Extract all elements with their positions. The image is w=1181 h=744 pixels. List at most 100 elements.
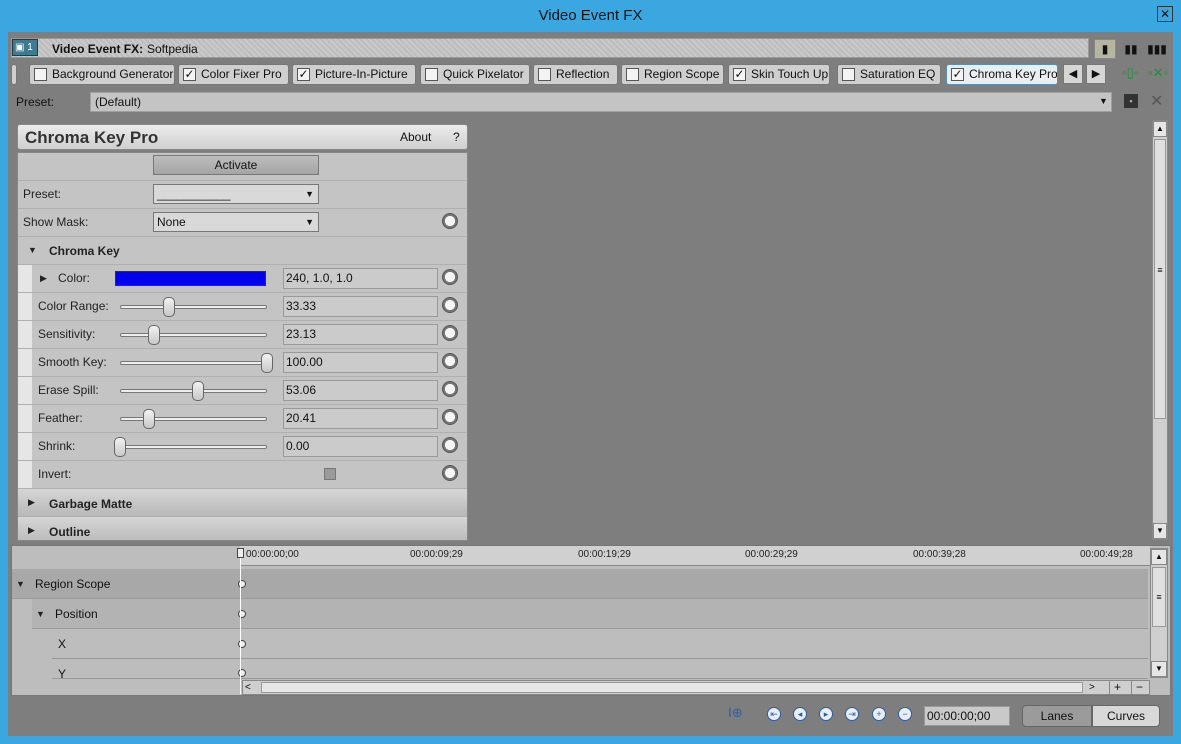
outline-section[interactable]: ▶ Outline xyxy=(18,517,467,540)
fx-checkbox[interactable]: ✓ xyxy=(951,68,964,81)
view-triple-icon[interactable]: ▮▮▮ xyxy=(1146,39,1168,59)
chain-handle[interactable] xyxy=(11,64,17,85)
timeline-vertical-scrollbar[interactable]: ▲ ≡ ▼ xyxy=(1150,548,1168,678)
delete-keyframe-icon[interactable]: − xyxy=(898,707,912,721)
chain-next-icon[interactable]: ▶ xyxy=(1086,64,1106,84)
track-row-position[interactable]: ▼ Position xyxy=(32,599,1148,629)
add-keyframe-icon[interactable]: + xyxy=(872,707,886,721)
activate-button[interactable]: Activate xyxy=(153,155,319,175)
chroma-key-section[interactable]: ▼ Chroma Key xyxy=(18,237,467,265)
slider-value[interactable]: 53.06 xyxy=(283,380,438,401)
fx-tab-background-generator[interactable]: Background Generator xyxy=(29,64,175,85)
slider-value[interactable]: 33.33 xyxy=(283,296,438,317)
prev-keyframe-icon[interactable]: ◂ xyxy=(793,707,807,721)
slider-thumb[interactable] xyxy=(191,381,204,401)
zoom-in-icon[interactable]: + xyxy=(1109,681,1125,694)
track-row-region-scope[interactable]: ▼ Region Scope xyxy=(12,569,1148,599)
fx-checkbox[interactable] xyxy=(626,68,639,81)
fx-tab-quick-pixelator[interactable]: Quick Pixelator xyxy=(420,64,530,85)
slider-track[interactable] xyxy=(120,445,267,449)
vertical-scrollbar[interactable]: ▲ ≡ ▼ xyxy=(1152,120,1168,540)
view-double-icon[interactable]: ▮▮ xyxy=(1120,39,1142,59)
first-keyframe-icon[interactable]: ⇤ xyxy=(767,707,781,721)
sync-cursor-icon[interactable]: Ⅰ⊕ xyxy=(728,705,743,721)
fx-tab-color-fixer-pro[interactable]: ✓ Color Fixer Pro xyxy=(178,64,289,85)
slider-track[interactable] xyxy=(120,361,267,365)
zoom-out-icon[interactable]: − xyxy=(1131,681,1147,694)
view-single-icon[interactable]: ▮ xyxy=(1094,39,1116,59)
scroll-thumb[interactable] xyxy=(261,682,1083,693)
slider-thumb[interactable] xyxy=(143,409,156,429)
fx-checkbox[interactable] xyxy=(425,68,438,81)
preset-dropdown[interactable]: (Default) xyxy=(90,92,1112,112)
slider-thumb[interactable] xyxy=(261,353,273,373)
invert-checkbox[interactable] xyxy=(324,468,336,480)
fx-checkbox[interactable] xyxy=(842,68,855,81)
track-row-x[interactable]: X xyxy=(52,629,1148,659)
animate-clock-icon[interactable] xyxy=(442,465,458,481)
animate-clock-icon[interactable] xyxy=(442,213,458,229)
fx-tab-chroma-key-pro[interactable]: ✓ Chroma Key Pro xyxy=(946,64,1058,85)
last-keyframe-icon[interactable]: ⇥ xyxy=(845,707,859,721)
slider-value[interactable]: 20.41 xyxy=(283,408,438,429)
fx-tab-picture-in-picture[interactable]: ✓ Picture-In-Picture xyxy=(292,64,416,85)
slider-thumb[interactable] xyxy=(114,437,126,457)
fx-tab-reflection[interactable]: Reflection xyxy=(533,64,618,85)
scroll-down-icon[interactable]: ▼ xyxy=(1151,661,1167,677)
fx-tab-skin-touch-up[interactable]: ✓ Skin Touch Up xyxy=(728,64,830,85)
fx-tab-region-scope[interactable]: Region Scope xyxy=(621,64,724,85)
playhead-line[interactable] xyxy=(240,548,241,694)
animate-clock-icon[interactable] xyxy=(442,353,458,369)
close-button[interactable]: ✕ xyxy=(1157,6,1173,22)
show-mask-dropdown[interactable]: None ▼ xyxy=(153,212,319,232)
timeline-ruler[interactable] xyxy=(240,546,1150,566)
scroll-up-icon[interactable]: ▲ xyxy=(1151,549,1167,565)
animate-clock-icon[interactable] xyxy=(442,409,458,425)
expand-triangle-icon[interactable]: ▶ xyxy=(28,525,35,536)
scroll-thumb[interactable]: ≡ xyxy=(1152,567,1166,627)
timeline-horizontal-scrollbar[interactable]: < > + − xyxy=(242,680,1150,695)
help-link[interactable]: ? xyxy=(453,130,460,144)
slider-value[interactable]: 0.00 xyxy=(283,436,438,457)
playhead-handle[interactable] xyxy=(237,548,244,558)
animate-clock-icon[interactable] xyxy=(442,325,458,341)
animate-clock-icon[interactable] xyxy=(442,297,458,313)
fx-checkbox[interactable] xyxy=(34,68,47,81)
plugin-preset-dropdown[interactable]: ___________ ▼ xyxy=(153,184,319,204)
timecode-field[interactable]: 00:00:00;00 xyxy=(924,706,1010,726)
next-keyframe-icon[interactable]: ▸ xyxy=(819,707,833,721)
chevron-down-icon[interactable]: ▼ xyxy=(1099,96,1108,106)
animate-clock-icon[interactable] xyxy=(442,437,458,453)
fx-tab-saturation-eq[interactable]: Saturation EQ xyxy=(837,64,941,85)
expand-triangle-icon[interactable]: ▶ xyxy=(40,273,47,284)
color-value[interactable]: 240, 1.0, 1.0 xyxy=(283,268,438,289)
save-preset-icon[interactable]: ▪ xyxy=(1124,94,1138,108)
garbage-matte-section[interactable]: ▶ Garbage Matte xyxy=(18,489,467,517)
slider-track[interactable] xyxy=(120,417,267,421)
scroll-right-icon[interactable]: > xyxy=(1089,682,1101,693)
fx-checkbox[interactable]: ✓ xyxy=(183,68,196,81)
curves-button[interactable]: Curves xyxy=(1092,705,1160,727)
expand-triangle-icon[interactable]: ▶ xyxy=(28,497,35,508)
fx-checkbox[interactable]: ✓ xyxy=(297,68,310,81)
scroll-down-icon[interactable]: ▼ xyxy=(1153,523,1167,539)
expand-triangle-icon[interactable]: ▼ xyxy=(36,609,45,619)
color-swatch[interactable] xyxy=(115,271,266,286)
expand-triangle-icon[interactable]: ▼ xyxy=(16,579,25,589)
scroll-thumb[interactable]: ≡ xyxy=(1154,139,1166,419)
chain-prev-icon[interactable]: ◀ xyxy=(1063,64,1083,84)
slider-value[interactable]: 23.13 xyxy=(283,324,438,345)
remove-plugin-icon[interactable]: ◦✕◦ xyxy=(1148,65,1168,81)
animate-clock-icon[interactable] xyxy=(442,381,458,397)
scroll-left-icon[interactable]: < xyxy=(245,682,257,693)
slider-track[interactable] xyxy=(120,305,267,309)
slider-value[interactable]: 100.00 xyxy=(283,352,438,373)
animate-clock-icon[interactable] xyxy=(442,269,458,285)
scroll-up-icon[interactable]: ▲ xyxy=(1153,121,1167,137)
expand-triangle-icon[interactable]: ▼ xyxy=(28,245,37,255)
lanes-button[interactable]: Lanes xyxy=(1022,705,1092,727)
slider-thumb[interactable] xyxy=(162,297,175,317)
fx-checkbox[interactable] xyxy=(538,68,551,81)
plugin-chain-icon[interactable]: ◦▯◦ xyxy=(1122,65,1138,81)
track-row-y[interactable]: Y xyxy=(52,659,1148,679)
